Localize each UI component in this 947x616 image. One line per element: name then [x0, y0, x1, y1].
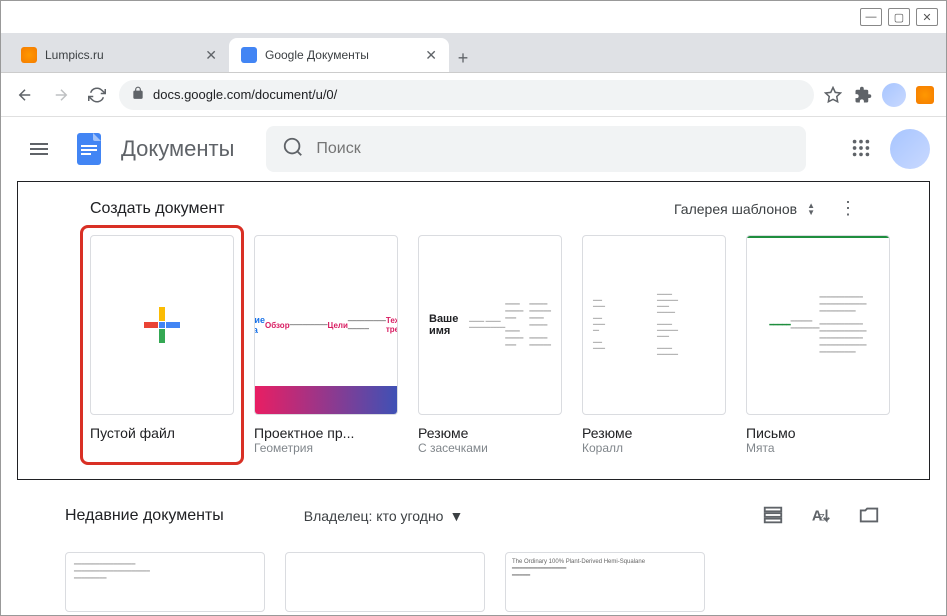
url-text: docs.google.com/document/u/0/: [153, 87, 337, 102]
template-thumb-resume2: ━━━━━━━━━━━━━━━━━━━━━━━ ━━━━━━━━━━━━━━━━…: [582, 235, 726, 415]
extensions-icon[interactable]: [852, 84, 874, 106]
search-icon: [282, 136, 304, 163]
sort-button[interactable]: AZ: [810, 504, 834, 528]
app-title: Документы: [121, 136, 234, 162]
browser-tab-docs[interactable]: Google Документы ✕: [229, 38, 449, 72]
template-resume-serif[interactable]: Ваше имя ━━━━━ ━━━━━━━━━━━━━━━━━ ━━━━━━━…: [418, 235, 562, 455]
favicon-docs: [241, 47, 257, 63]
back-button[interactable]: [11, 81, 39, 109]
gallery-label: Галерея шаблонов: [674, 201, 797, 217]
template-resume-coral[interactable]: ━━━━━━━━━━━━━━━━━━━━━━━ ━━━━━━━━━━━━━━━━…: [582, 235, 726, 455]
forward-button[interactable]: [47, 81, 75, 109]
template-label: Проектное пр...: [254, 425, 398, 441]
template-header: Создать документ Галерея шаблонов ▲▼ ⋮: [42, 198, 905, 235]
main-menu-button[interactable]: [17, 127, 61, 171]
recent-header: Недавние документы Владелец: кто угодно …: [65, 504, 882, 528]
url-input[interactable]: docs.google.com/document/u/0/: [119, 80, 814, 110]
list-view-button[interactable]: [762, 504, 786, 528]
reload-button[interactable]: [83, 81, 111, 109]
template-gallery-button[interactable]: Галерея шаблонов ▲▼: [674, 201, 815, 217]
open-picker-button[interactable]: [858, 504, 882, 528]
recent-doc[interactable]: ━━━━━━━━━━━━━━━━━━━━━━━━━━━━━━━━━━━━━━━━…: [65, 552, 265, 612]
template-sublabel: Геометрия: [254, 441, 398, 455]
close-tab-icon[interactable]: ✕: [425, 47, 437, 64]
browser-window: — ▢ ✕ Lumpics.ru ✕ Google Документы ✕ + …: [0, 0, 947, 616]
extension-orange-icon[interactable]: [914, 84, 936, 106]
template-thumb-letter: ━━━━━ ━━━━━━━━━━━━━━ ━━━━━━━━━━━━━━━━━━━…: [746, 235, 890, 415]
minimize-button[interactable]: —: [860, 8, 882, 26]
owner-filter[interactable]: Владелец: кто угодно ▼: [304, 508, 464, 524]
template-label: Письмо: [746, 425, 890, 441]
template-thumb-resume1: Ваше имя ━━━━━ ━━━━━━━━━━━━━━━━━ ━━━━━━━…: [418, 235, 562, 415]
close-tab-icon[interactable]: ✕: [205, 47, 217, 64]
template-thumb-project: Проектное совещание Название проекта Обз…: [254, 235, 398, 415]
template-thumb-blank: [90, 235, 234, 415]
close-window-button[interactable]: ✕: [916, 8, 938, 26]
expand-icon: ▲▼: [807, 202, 815, 216]
address-bar: docs.google.com/document/u/0/: [1, 73, 946, 117]
apps-grid-icon[interactable]: [850, 137, 874, 161]
template-sublabel: Коралл: [582, 441, 726, 455]
recent-doc[interactable]: The Ordinary 100% Plant-Derived Hemi-Squ…: [505, 552, 705, 612]
profile-avatar[interactable]: [890, 129, 930, 169]
tab-title: Google Документы: [265, 48, 417, 62]
template-list: Пустой файл Проектное совещание Название…: [42, 235, 905, 455]
lock-icon: [131, 86, 145, 103]
recent-title: Недавние документы: [65, 507, 224, 525]
bookmark-star-icon[interactable]: [822, 84, 844, 106]
template-sublabel: Мята: [746, 441, 890, 455]
recent-doc[interactable]: [285, 552, 485, 612]
new-tab-button[interactable]: +: [449, 44, 477, 72]
plus-icon: [138, 301, 186, 349]
titlebar: — ▢ ✕: [1, 1, 946, 33]
owner-filter-label: Владелец: кто угодно: [304, 508, 444, 524]
recent-section: Недавние документы Владелец: кто угодно …: [1, 480, 946, 612]
template-section: Создать документ Галерея шаблонов ▲▼ ⋮ П…: [17, 181, 930, 480]
template-sublabel: С засечками: [418, 441, 562, 455]
template-label: Пустой файл: [90, 425, 234, 441]
tab-strip: Lumpics.ru ✕ Google Документы ✕ +: [1, 33, 946, 73]
tab-title: Lumpics.ru: [45, 48, 197, 62]
template-label: Резюме: [418, 425, 562, 441]
maximize-button[interactable]: ▢: [888, 8, 910, 26]
app-header: Документы: [1, 117, 946, 181]
template-label: Резюме: [582, 425, 726, 441]
template-letter-mint[interactable]: ━━━━━ ━━━━━━━━━━━━━━ ━━━━━━━━━━━━━━━━━━━…: [746, 235, 890, 455]
search-input[interactable]: [316, 140, 790, 158]
recent-docs-list: ━━━━━━━━━━━━━━━━━━━━━━━━━━━━━━━━━━━━━━━━…: [65, 528, 882, 612]
more-options-button[interactable]: ⋮: [839, 198, 857, 219]
template-project[interactable]: Проектное совещание Название проекта Обз…: [254, 235, 398, 455]
dropdown-icon: ▼: [449, 508, 463, 524]
page-content: Документы Создать документ Галерея шабло…: [1, 117, 946, 615]
browser-tab-lumpics[interactable]: Lumpics.ru ✕: [9, 38, 229, 72]
search-box[interactable]: [266, 126, 806, 172]
favicon-lumpics: [21, 47, 37, 63]
template-blank[interactable]: Пустой файл: [90, 235, 234, 455]
docs-logo-icon: [69, 129, 109, 169]
template-section-title: Создать документ: [90, 200, 225, 218]
profile-avatar-small[interactable]: [882, 83, 906, 107]
